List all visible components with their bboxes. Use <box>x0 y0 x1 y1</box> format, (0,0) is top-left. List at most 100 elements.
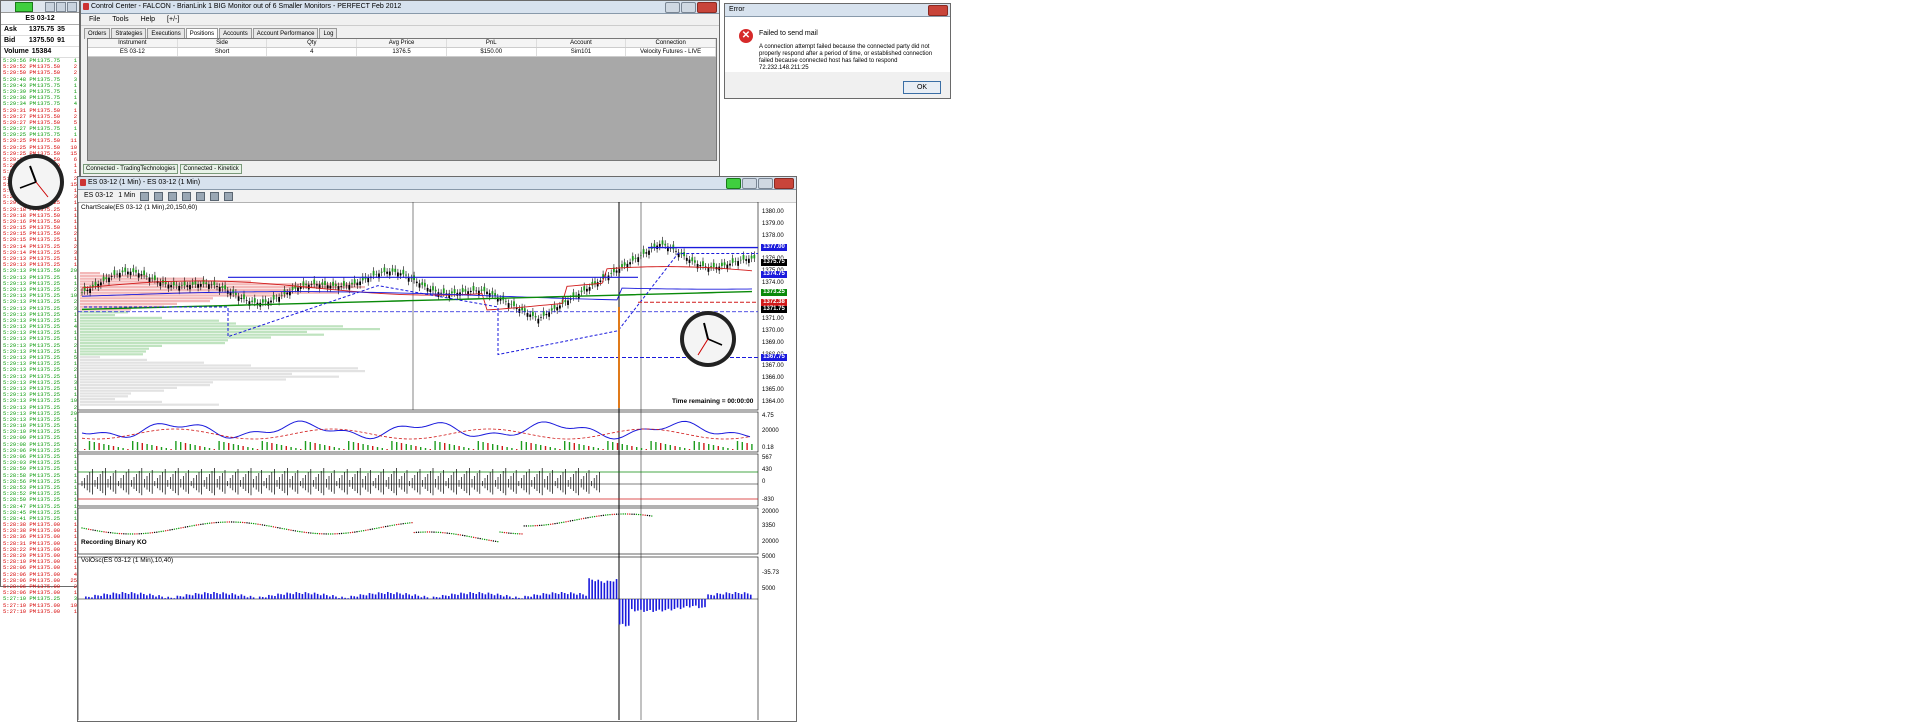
volume-bar <box>156 446 157 450</box>
indicators-icon[interactable] <box>196 192 205 201</box>
close-icon[interactable] <box>774 178 794 189</box>
maximize-icon[interactable] <box>56 2 66 12</box>
candle-body <box>178 286 180 291</box>
interval-selector[interactable]: 1 Min <box>118 190 135 202</box>
volosc-bar <box>152 595 154 599</box>
column-header[interactable]: Connection <box>626 39 716 47</box>
close-icon[interactable] <box>67 2 77 12</box>
cell: $150.00 <box>447 48 537 56</box>
ts-titlebar[interactable] <box>1 1 79 13</box>
volosc-bar <box>231 593 233 599</box>
properties-icon[interactable] <box>182 192 191 201</box>
chart-panel <box>78 508 758 554</box>
indicator-dot <box>418 532 419 533</box>
candle-body <box>281 295 283 296</box>
volume-profile-bar <box>80 320 219 322</box>
menu-item[interactable]: File <box>89 14 100 25</box>
indicator-dot <box>235 521 236 522</box>
maximize-icon[interactable] <box>681 2 696 13</box>
instrument-selector[interactable]: ES 03-12 <box>84 190 113 202</box>
quote-price: 15384 <box>29 47 54 57</box>
strategies-icon[interactable] <box>210 192 219 201</box>
volosc-bar <box>363 595 365 599</box>
chart-canvas[interactable] <box>78 202 796 720</box>
column-header[interactable]: Side <box>178 39 268 47</box>
volosc-bar <box>710 595 712 599</box>
indicator-dot <box>363 530 364 531</box>
close-icon[interactable] <box>928 5 948 16</box>
column-header[interactable]: PnL <box>447 39 537 47</box>
table-row[interactable]: ES 03-12Short41376.5$150.00Sim101Velocit… <box>88 48 716 57</box>
volume-bar <box>372 446 373 450</box>
volume-bar <box>180 442 181 450</box>
price-tick: 1367.00 <box>762 363 784 369</box>
volume-profile-bar <box>80 345 162 347</box>
quote-label: Bid <box>1 36 26 46</box>
indicator-dot <box>651 515 652 516</box>
volosc-bar <box>540 595 542 599</box>
link-button[interactable] <box>726 178 741 189</box>
volosc-bar <box>610 581 612 599</box>
volume-bar <box>482 442 483 450</box>
cell: Velocity Futures - LIVE <box>626 48 716 56</box>
indicator-dot <box>396 524 397 525</box>
indicator-dot <box>618 513 619 514</box>
volosc-bar <box>128 594 130 599</box>
candle-body <box>170 285 172 287</box>
close-icon[interactable] <box>697 2 717 13</box>
volume-bar <box>281 445 282 450</box>
cc-titlebar[interactable]: Control Center - FALCON - BrianLink 1 BI… <box>81 1 719 14</box>
volosc-bar <box>192 595 194 599</box>
volosc-bar <box>353 596 355 599</box>
column-header[interactable]: Instrument <box>88 39 178 47</box>
volosc-bar <box>286 593 288 599</box>
candle-body <box>702 261 704 266</box>
minimize-icon[interactable] <box>45 2 55 12</box>
chart-titlebar[interactable]: ES 03-12 (1 Min) - ES 03-12 (1 Min) <box>78 177 796 190</box>
indicator-dot <box>526 525 527 526</box>
menu-item[interactable]: Tools <box>112 14 128 25</box>
crosshair-icon[interactable] <box>168 192 177 201</box>
data-box-icon[interactable] <box>224 192 233 201</box>
indicator-tick: 430 <box>762 467 772 473</box>
indicator-dot <box>552 523 553 524</box>
volosc-bar <box>238 596 240 599</box>
pencil-icon[interactable] <box>154 192 163 201</box>
indicator-dot <box>92 529 93 530</box>
volume-bar <box>722 447 723 450</box>
candle-body <box>197 284 199 288</box>
column-header[interactable]: Avg Price <box>357 39 447 47</box>
candle-body <box>419 283 421 287</box>
minimize-icon[interactable] <box>665 2 680 13</box>
column-header[interactable]: Qty <box>267 39 357 47</box>
volume-profile-bar <box>80 300 210 302</box>
indicator-dot <box>112 532 113 533</box>
indicator-dot <box>229 521 230 522</box>
volume-bar <box>420 447 421 450</box>
volosc-bar <box>704 599 706 607</box>
zoom-icon[interactable] <box>140 192 149 201</box>
ts-trades-list[interactable]: 5:29:56 PM1375.7515:29:52 PM1375.5025:29… <box>1 58 79 615</box>
volosc-bar <box>180 596 182 599</box>
dialog-titlebar[interactable]: Error <box>725 4 950 17</box>
ok-button[interactable]: OK <box>903 81 941 94</box>
indicator-dot <box>121 533 122 534</box>
indicator-dot <box>638 514 639 515</box>
menu-item[interactable]: [+/-] <box>167 14 179 25</box>
indicator-dot <box>594 516 595 517</box>
maximize-icon[interactable] <box>758 178 773 189</box>
candle-body <box>721 263 723 266</box>
indicator-dot <box>539 525 540 526</box>
volume-bar <box>718 446 719 450</box>
menu-item[interactable]: Help <box>141 14 155 25</box>
candle-body <box>535 316 537 317</box>
trade-row[interactable]: 5:27:10 PM1375.001 <box>1 609 79 615</box>
link-button[interactable] <box>15 2 33 12</box>
volume-bar <box>454 445 455 450</box>
indicator-dot <box>361 530 362 531</box>
minimize-icon[interactable] <box>742 178 757 189</box>
indicator-dot <box>631 513 632 514</box>
volosc-bar <box>488 593 490 599</box>
volosc-bar <box>271 595 273 599</box>
column-header[interactable]: Account <box>537 39 627 47</box>
